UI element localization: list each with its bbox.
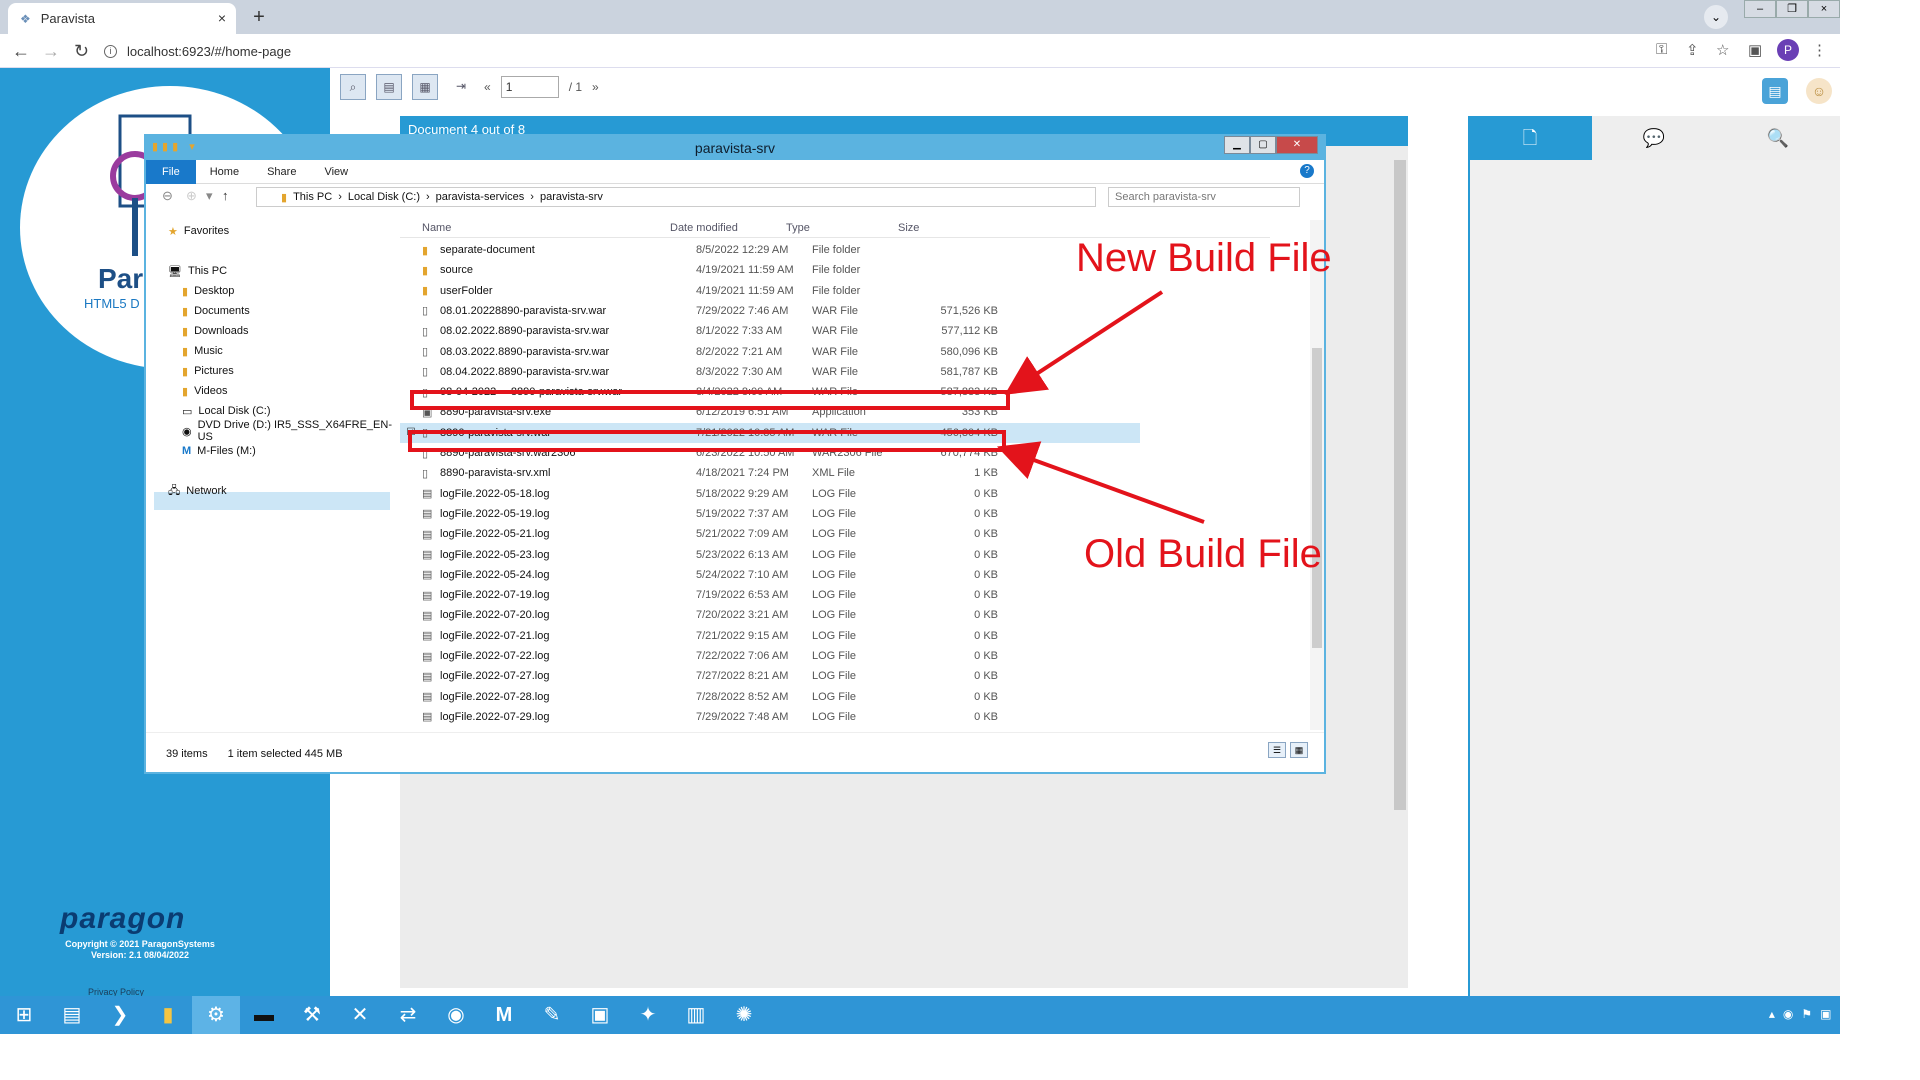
system-clock[interactable]: 12:38 AM 8/5/2022	[1854, 1000, 1900, 1028]
mfiles-taskbar-icon[interactable]: M	[480, 996, 528, 1034]
system-tray: ▴ ◉ ⚑ ▣ ♪ 12:38 AM 8/5/2022	[1769, 1000, 1900, 1028]
command-prompt-icon[interactable]: ▬	[240, 996, 288, 1034]
powershell-icon[interactable]: ❯	[96, 996, 144, 1034]
clock-time: 12:38 AM	[1853, 1001, 1900, 1013]
notepad-icon[interactable]: ✎	[528, 996, 576, 1034]
file-explorer-icon[interactable]: ▮	[144, 996, 192, 1034]
network-tool-icon[interactable]: ⇄	[384, 996, 432, 1034]
chrome-icon[interactable]: ◉	[432, 996, 480, 1034]
new-build-arrow	[1004, 290, 1164, 395]
network-tray-icon[interactable]: ▣	[1820, 1007, 1831, 1021]
chrome-tray-icon[interactable]: ◉	[1783, 1007, 1793, 1021]
archive-icon[interactable]: ▥	[672, 996, 720, 1034]
start-button-icon[interactable]: ⊞	[0, 996, 48, 1034]
tools-icon[interactable]: ✕	[336, 996, 384, 1034]
annotation-arrows	[996, 290, 1205, 524]
tray-expand-icon[interactable]: ▴	[1769, 1007, 1775, 1021]
old-build-arrow	[996, 441, 1205, 524]
windows-taskbar: ⊞ ▤ ❯ ▮ ⚙ ▬ ⚒ ✕ ⇄ ◉ M ✎ ▣ ✦ ▥ ✺	[0, 996, 1840, 1034]
clock-date: 8/5/2022	[1855, 1015, 1899, 1027]
remote-desktop-icon[interactable]: ▣	[576, 996, 624, 1034]
server-manager-icon[interactable]: ▤	[48, 996, 96, 1034]
puzzle-app-icon[interactable]: ✦	[624, 996, 672, 1034]
volume-icon[interactable]: ♪	[1840, 1007, 1846, 1021]
settings-app-icon[interactable]: ⚙	[192, 996, 240, 1034]
gear-app-icon[interactable]: ✺	[720, 996, 768, 1034]
services-icon[interactable]: ⚒	[288, 996, 336, 1034]
flag-icon[interactable]: ⚑	[1801, 1007, 1812, 1021]
